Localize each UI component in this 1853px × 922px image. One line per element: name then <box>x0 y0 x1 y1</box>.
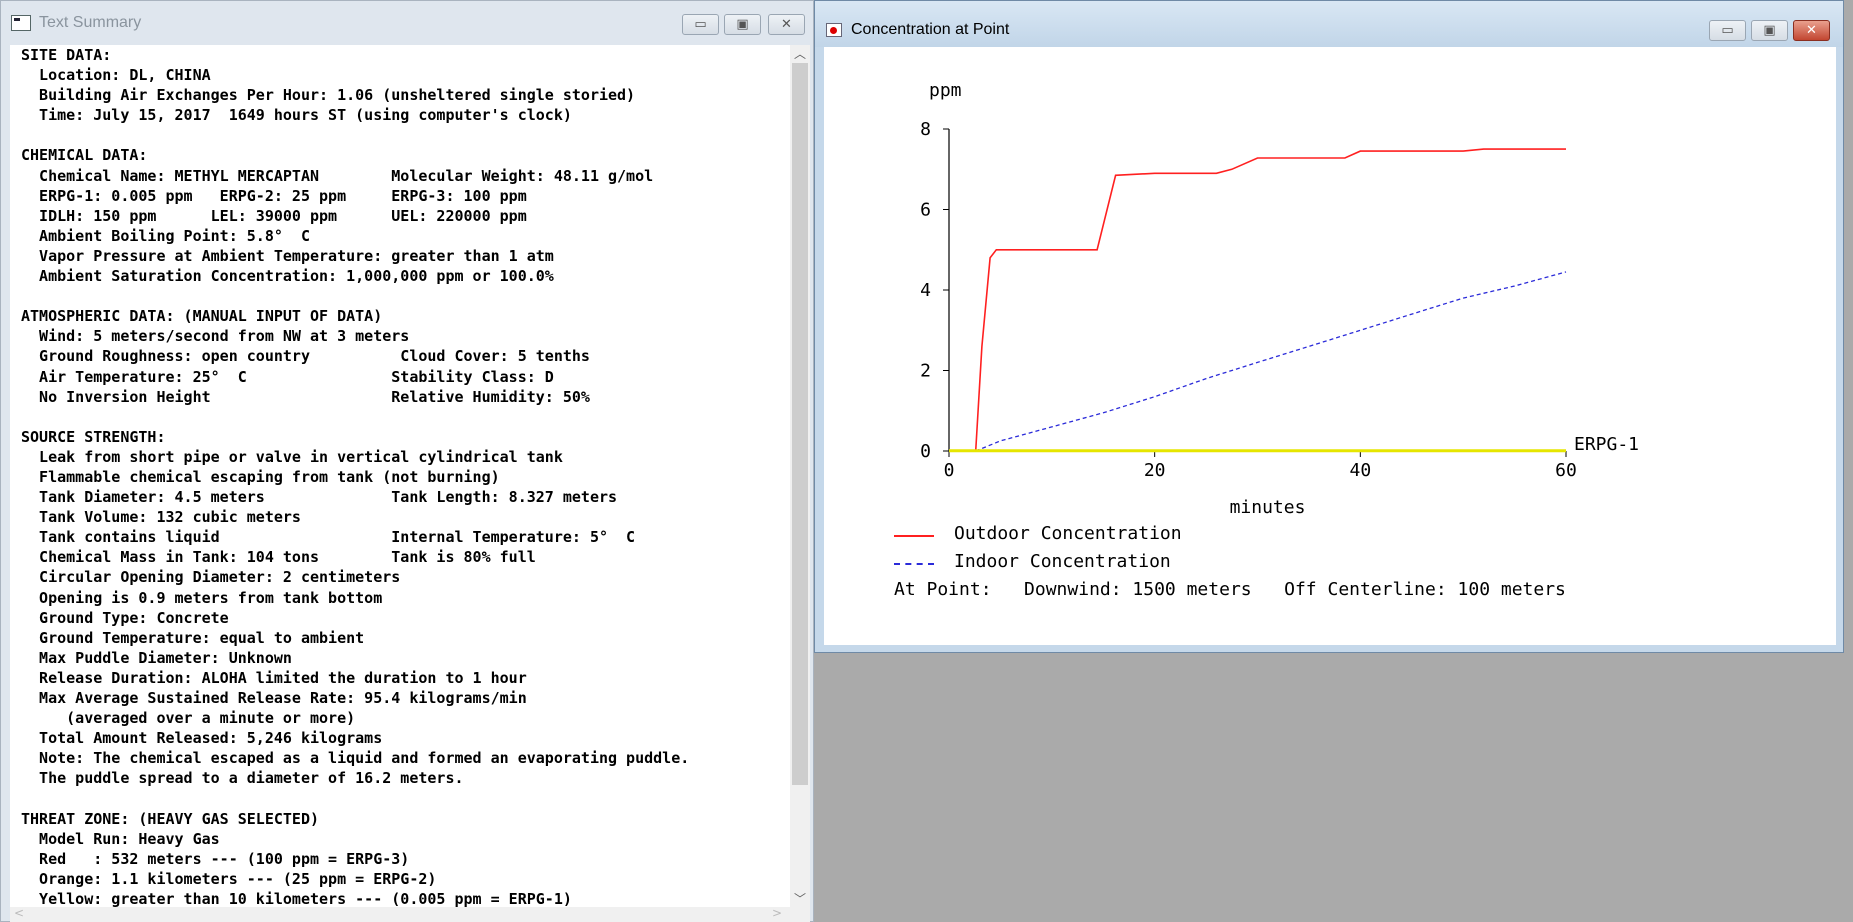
maximize-icon: ▣ <box>736 17 749 32</box>
text-summary-window: Text Summary ▭ ▣ ✕ SITE DATA: Location: … <box>0 0 814 922</box>
scroll-right-icon[interactable]: > <box>772 906 782 920</box>
close-icon: ✕ <box>781 17 792 32</box>
y-tick-label: 8 <box>920 119 931 140</box>
scroll-down-icon[interactable]: ﹀ <box>794 890 806 907</box>
x-tick-label: 0 <box>944 460 955 481</box>
minimize-button[interactable]: ▭ <box>682 14 719 35</box>
y-tick-label: 4 <box>920 280 931 301</box>
text-summary-titlebar[interactable]: Text Summary ▭ ▣ ✕ <box>1 1 813 45</box>
indoor-concentration-line <box>975 271 1567 452</box>
y-tick-label: 0 <box>920 441 931 462</box>
minimize-button[interactable]: ▭ <box>1709 20 1746 41</box>
scroll-left-icon[interactable]: < <box>14 906 24 920</box>
outdoor-concentration-line <box>974 148 1566 452</box>
window-title: Concentration at Point <box>851 21 1010 38</box>
concentration-window: Concentration at Point ▭ ▣ ✕ 0 2 4 6 8 0 20 40 6… <box>814 0 1844 653</box>
chart-content: 0 2 4 6 8 0 20 40 60 ppm minutes ERPG-1 Outdoor Con… <box>824 47 1836 645</box>
at-point-text: At Point: Downwind: 1500 meters Off Cent… <box>894 579 1566 600</box>
legend-label: Outdoor Concentration <box>954 523 1182 544</box>
legend-label: Indoor Concentration <box>954 551 1171 572</box>
close-button[interactable]: ✕ <box>768 14 805 35</box>
text-summary-content[interactable]: SITE DATA: Location: DL, CHINA Building … <box>10 45 790 907</box>
chart-legend: Outdoor Concentration Indoor Concentrati… <box>894 523 1566 607</box>
indoor-swatch <box>894 563 934 565</box>
close-icon: ✕ <box>1806 23 1817 38</box>
y-tick-label: 2 <box>920 361 931 382</box>
legend-item-outdoor: Outdoor Concentration <box>894 523 1182 551</box>
close-button[interactable]: ✕ <box>1793 20 1830 41</box>
scrollbar-thumb[interactable] <box>792 63 808 785</box>
horizontal-scrollbar[interactable]: < > <box>10 906 810 922</box>
x-tick-label: 40 <box>1349 460 1371 481</box>
x-axis-label: minutes <box>1230 497 1306 518</box>
concentration-titlebar[interactable]: Concentration at Point ▭ ▣ ✕ <box>815 1 1843 47</box>
y-axis-label: ppm <box>929 80 962 101</box>
maximize-icon: ▣ <box>1763 23 1776 38</box>
maximize-button[interactable]: ▣ <box>1751 20 1788 41</box>
minimize-icon: ▭ <box>1721 23 1734 38</box>
outdoor-swatch <box>894 535 934 537</box>
minimize-icon: ▭ <box>694 17 707 32</box>
x-tick-label: 60 <box>1555 460 1577 481</box>
vertical-scrollbar[interactable]: ︿ ﹀ <box>790 45 810 907</box>
y-tick-label: 6 <box>920 200 931 221</box>
x-tick-label: 20 <box>1144 460 1166 481</box>
window-title: Text Summary <box>39 14 142 31</box>
summary-text: SITE DATA: Location: DL, CHINA Building … <box>21 46 690 907</box>
at-point-row: At Point: Downwind: 1500 meters Off Cent… <box>894 579 1566 607</box>
scroll-up-icon[interactable]: ︿ <box>794 45 806 62</box>
chart-app-icon <box>826 23 842 37</box>
erpg1-label: ERPG-1 <box>1574 434 1639 455</box>
app-icon <box>11 15 31 31</box>
maximize-button[interactable]: ▣ <box>724 14 761 35</box>
legend-item-indoor: Indoor Concentration <box>894 551 1171 579</box>
